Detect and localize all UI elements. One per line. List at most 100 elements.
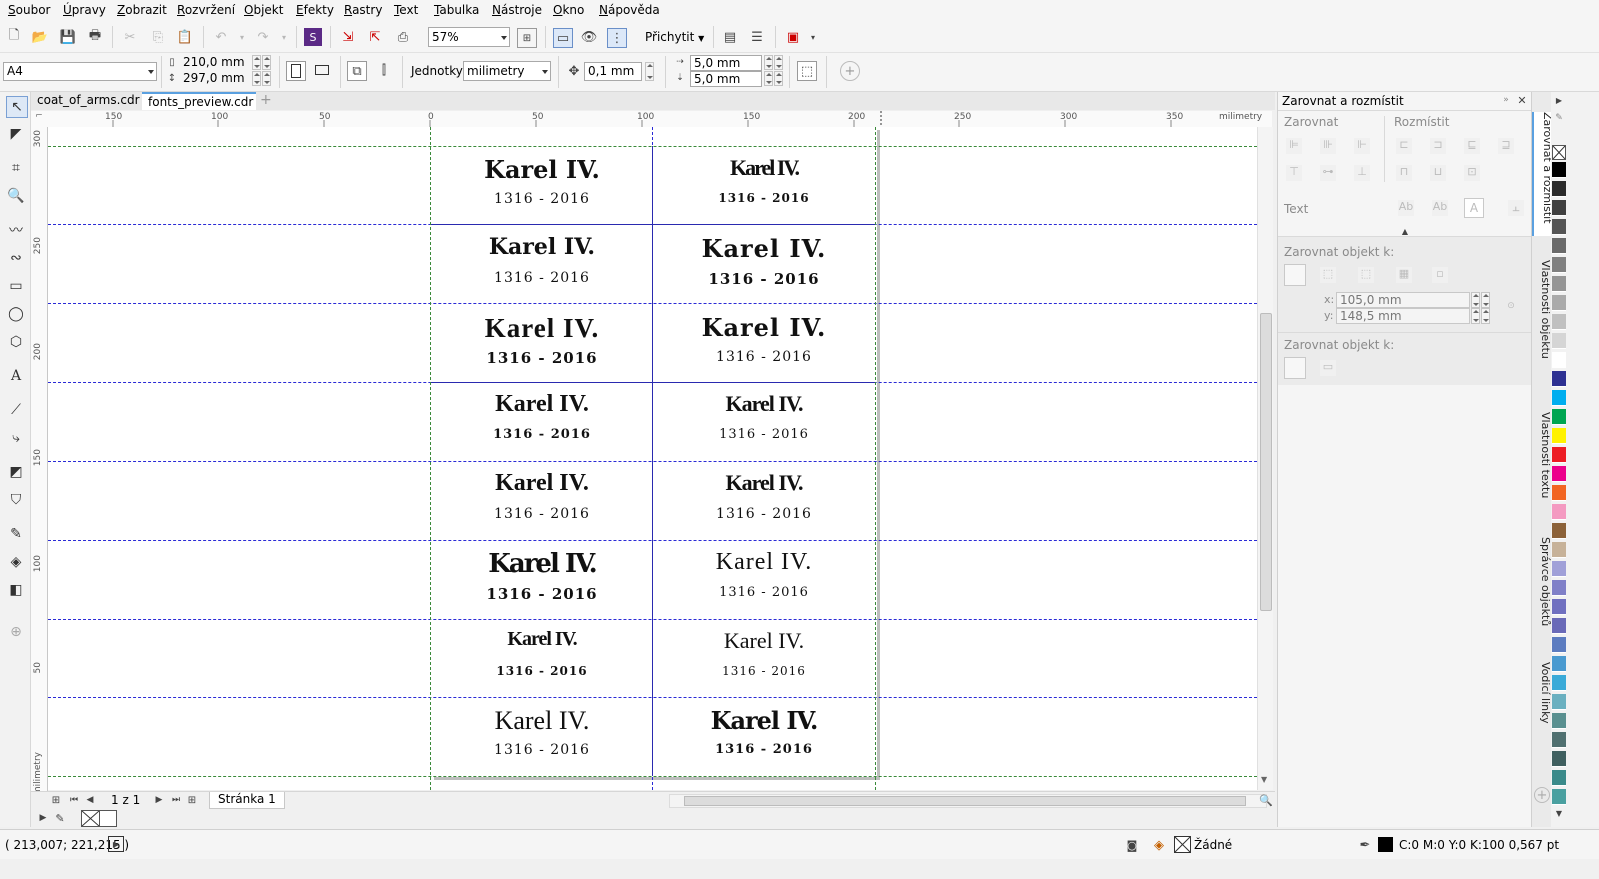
color-swatch[interactable]	[1552, 789, 1566, 805]
distribute-to-selection-icon[interactable]	[1284, 357, 1306, 379]
align-to-grid-icon[interactable]: ▦	[1396, 267, 1412, 283]
font-preview-cell[interactable]: Karel IV. 1316 - 2016	[431, 383, 653, 461]
page-size-select[interactable]: A4	[3, 62, 157, 81]
x-coordinate-input[interactable]: 105,0 mm	[1336, 292, 1470, 308]
publish-pdf-icon[interactable]: ⎙	[394, 28, 412, 46]
current-page-icon[interactable]: ⫿	[375, 61, 393, 79]
doc-tab-coat-of-arms[interactable]: coat_of_arms.cdr	[31, 92, 141, 110]
font-preview-cell[interactable]: Karel IV. 1316 - 2016	[653, 620, 875, 698]
horizontal-scrollbar-thumb[interactable]	[684, 796, 1246, 806]
fill-icon[interactable]: ◈	[1150, 836, 1168, 854]
duplicate-y-spinner-2[interactable]	[774, 71, 783, 86]
eyedropper-icon[interactable]: ✎	[53, 810, 67, 826]
horizontal-ruler[interactable]: 150 100 50 0 50 100 150 200 250 300 350 …	[47, 111, 1272, 128]
y-coordinate-input[interactable]: 148,5 mm	[1336, 308, 1470, 324]
x-spinner-2[interactable]	[1481, 292, 1490, 308]
distribute-right-icon[interactable]: ⊒	[1498, 138, 1514, 154]
align-center-vertical-icon[interactable]: ⊶	[1320, 165, 1336, 181]
color-proofing-icon[interactable]: ◙	[1123, 836, 1141, 854]
duplicate-x-input[interactable]: 5,0 mm	[690, 55, 762, 71]
vertical-ruler[interactable]: 300 250 200 150 100 50 milimetry	[31, 127, 48, 795]
drawing-canvas[interactable]: Karel IV. 1316 - 2016 Karel IV. 1316 - 2016…	[48, 127, 1257, 790]
color-swatch[interactable]	[1552, 732, 1566, 748]
rectangle-tool-icon[interactable]: ▭	[6, 276, 26, 296]
docker-tab-object-properties[interactable]: Vlastnosti objektu	[1532, 260, 1552, 375]
align-center-horizontal-icon[interactable]: ⊪	[1320, 138, 1336, 154]
text-outline-icon[interactable]: ⫠	[1508, 200, 1524, 216]
distribute-top-icon[interactable]: ⊓	[1396, 165, 1412, 181]
application-launcher-icon[interactable]: ☰	[748, 28, 766, 46]
color-swatch[interactable]	[1552, 485, 1566, 501]
color-swatch[interactable]	[1552, 162, 1566, 178]
zoom-fit-icon[interactable]: ⊞	[517, 28, 537, 48]
first-page-icon[interactable]: ⏮	[67, 792, 81, 808]
font-preview-cell[interactable]: Karel IV. 1316 - 2016	[653, 541, 875, 619]
color-swatch[interactable]	[1552, 656, 1566, 672]
color-swatch[interactable]	[1552, 428, 1566, 444]
undo-dropdown-icon[interactable]: ▾	[233, 28, 251, 46]
color-swatch[interactable]	[1552, 523, 1566, 539]
export-icon[interactable]: ⇱	[366, 28, 384, 46]
font-preview-cell[interactable]: Karel IV. 1316 - 2016	[431, 147, 653, 225]
pick-tool-icon[interactable]: ↖	[6, 96, 28, 118]
menu-item-rastry[interactable]: Rastry	[344, 3, 382, 17]
options-icon[interactable]: ▤	[721, 28, 739, 46]
font-preview-cell[interactable]: Karel IV. 1316 - 2016	[431, 698, 653, 776]
align-bottom-icon[interactable]: ⊥	[1354, 165, 1370, 181]
target-point-icon[interactable]: ⊙	[1504, 299, 1518, 313]
y-spinner-2[interactable]	[1481, 308, 1490, 324]
connector-tool-icon[interactable]: ⤷	[6, 428, 26, 448]
color-swatch[interactable]	[1552, 694, 1566, 710]
text-align-first-line-icon[interactable]: Ab	[1398, 200, 1414, 216]
transparency-tool-icon[interactable]: ⛉	[6, 490, 26, 510]
nudge-distance-input[interactable]: 0,1 mm	[584, 62, 642, 81]
distribute-center-icon[interactable]: ⊐	[1430, 138, 1446, 154]
color-swatch[interactable]	[1552, 276, 1566, 292]
align-to-active-objects-icon[interactable]	[1284, 264, 1306, 286]
font-preview-cell[interactable]: Karel IV. 1316 - 2016	[653, 462, 875, 540]
font-preview-cell[interactable]: Karel IV. 1316 - 2016	[653, 226, 875, 304]
align-to-page-edge-icon[interactable]: ⬚	[1320, 267, 1336, 283]
new-tab-icon[interactable]: +	[257, 92, 275, 110]
distribute-middle-icon[interactable]: ⊔	[1430, 165, 1446, 181]
font-preview-cell[interactable]: Karel IV. 1316 - 2016	[431, 462, 653, 540]
docker-tab-object-manager[interactable]: Správce objektů	[1532, 537, 1552, 637]
font-preview-cell[interactable]: Karel IV. 1316 - 2016	[431, 305, 653, 383]
text-tool-icon[interactable]: A	[6, 366, 26, 386]
zoom-tool-icon[interactable]: 🔍	[6, 186, 26, 206]
no-color-swatch[interactable]	[1552, 145, 1566, 160]
drop-shadow-tool-icon[interactable]: ◩	[6, 462, 26, 482]
parallel-dimension-tool-icon[interactable]: ⟋	[6, 400, 26, 420]
shape-tool-icon[interactable]: ◤	[6, 124, 26, 144]
align-left-icon[interactable]: ⊫	[1286, 138, 1302, 154]
page-height-spinner[interactable]	[252, 71, 261, 86]
menu-item-úpravy[interactable]: Úpravy	[63, 3, 106, 17]
zoom-navigator-icon[interactable]: 🔍	[1259, 792, 1273, 808]
interactive-fill-tool-icon[interactable]: ◈	[6, 552, 26, 572]
save-icon[interactable]: 💾	[59, 28, 77, 46]
menu-item-rozvržení[interactable]: Rozvržení	[177, 3, 235, 17]
align-to-page-center-icon[interactable]: ⬚	[1358, 267, 1374, 283]
status-menu-icon[interactable]: ▶	[108, 836, 124, 852]
open-folder-icon[interactable]: 📂	[31, 28, 49, 46]
add-docker-icon[interactable]: +	[1534, 787, 1550, 803]
font-preview-cell[interactable]: Karel IV. 1316 - 2016	[431, 541, 653, 619]
distribute-to-page-icon[interactable]: ▭	[1320, 360, 1336, 376]
color-swatch[interactable]	[1552, 447, 1566, 463]
crop-tool-icon[interactable]: ⌗	[6, 158, 26, 178]
color-swatch[interactable]	[1552, 751, 1566, 767]
color-swatch[interactable]	[1552, 295, 1566, 311]
color-swatch[interactable]	[1552, 504, 1566, 520]
text-bounding-box-icon[interactable]: A	[1464, 198, 1484, 218]
smart-fill-tool-icon[interactable]: ◧	[6, 580, 26, 600]
text-align-last-line-icon[interactable]: Ab	[1432, 200, 1448, 216]
ruler-origin[interactable]: ⌐	[31, 111, 48, 128]
quick-customize-icon[interactable]: +	[840, 61, 860, 81]
duplicate-y-input[interactable]: 5,0 mm	[690, 71, 762, 87]
ellipse-tool-icon[interactable]: ◯	[6, 304, 26, 324]
color-swatch[interactable]	[1552, 181, 1566, 197]
color-swatch[interactable]	[1552, 352, 1566, 368]
docker-tab-text-properties[interactable]: Vlastnosti textu	[1532, 412, 1552, 512]
color-swatch[interactable]	[1552, 713, 1566, 729]
outline-pen-icon[interactable]: ✒	[1356, 836, 1374, 854]
